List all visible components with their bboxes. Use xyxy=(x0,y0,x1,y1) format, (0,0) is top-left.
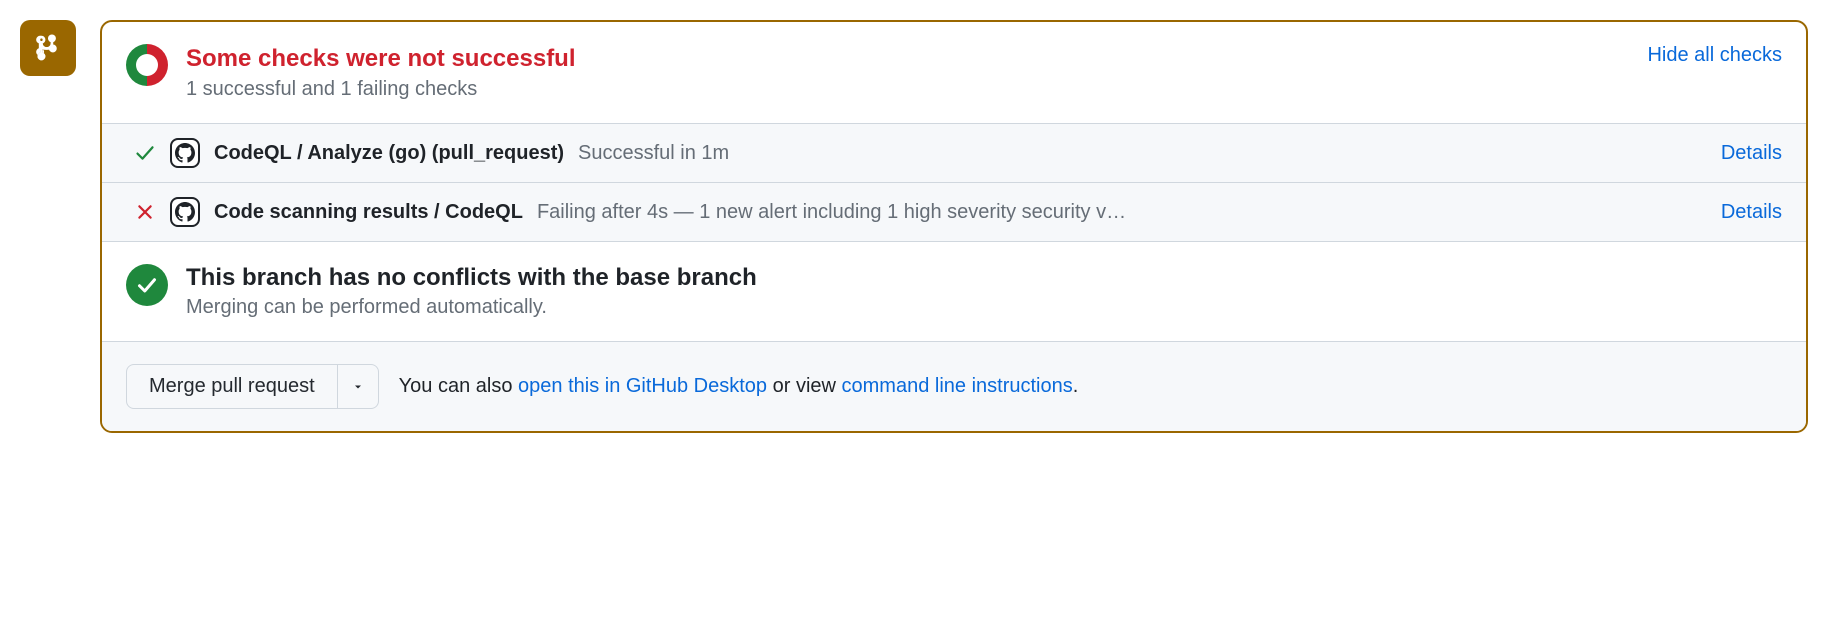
open-github-desktop-link[interactable]: open this in GitHub Desktop xyxy=(518,375,767,397)
git-merge-icon xyxy=(34,34,62,62)
hint-prefix: You can also xyxy=(399,375,518,397)
checks-summary-subtitle: 1 successful and 1 failing checks xyxy=(186,78,1629,101)
merge-conflict-status-section: This branch has no conflicts with the ba… xyxy=(102,242,1806,341)
check-details-link[interactable]: Details xyxy=(1721,142,1782,165)
github-actions-avatar-icon xyxy=(170,197,200,227)
check-row: Code scanning results / CodeQL Failing a… xyxy=(102,183,1806,242)
merge-action-section: Merge pull request You can also open thi… xyxy=(102,341,1806,431)
check-failure-icon xyxy=(134,201,156,223)
check-description: Successful in 1m xyxy=(578,142,729,165)
merge-status-box: Some checks were not successful 1 succes… xyxy=(100,20,1808,433)
check-success-icon xyxy=(134,142,156,164)
merge-options-dropdown-button[interactable] xyxy=(338,364,379,409)
merge-status-subtitle: Merging can be performed automatically. xyxy=(186,296,1782,319)
caret-down-icon xyxy=(352,381,364,393)
merge-hint-text: You can also open this in GitHub Desktop… xyxy=(399,375,1079,398)
check-row: CodeQL / Analyze (go) (pull_request) Suc… xyxy=(102,124,1806,183)
toggle-checks-link[interactable]: Hide all checks xyxy=(1647,44,1782,67)
merge-status-title: This branch has no conflicts with the ba… xyxy=(186,264,1782,292)
hint-suffix: . xyxy=(1073,375,1079,397)
check-name: CodeQL / Analyze (go) (pull_request) xyxy=(214,142,564,165)
hint-middle: or view xyxy=(767,375,841,397)
check-name: Code scanning results / CodeQL xyxy=(214,201,523,224)
command-line-instructions-link[interactable]: command line instructions xyxy=(842,375,1073,397)
github-actions-avatar-icon xyxy=(170,138,200,168)
checks-summary-title: Some checks were not successful xyxy=(186,44,1629,74)
checks-status-donut-icon xyxy=(126,44,168,86)
checks-list: CodeQL / Analyze (go) (pull_request) Suc… xyxy=(102,123,1806,242)
check-details-link[interactable]: Details xyxy=(1721,201,1782,224)
merge-pull-request-button[interactable]: Merge pull request xyxy=(126,364,338,409)
timeline-event-badge xyxy=(20,20,76,76)
checks-summary-section: Some checks were not successful 1 succes… xyxy=(102,22,1806,123)
status-success-circle-icon xyxy=(126,264,168,306)
check-description: Failing after 4s — 1 new alert including… xyxy=(537,201,1126,224)
